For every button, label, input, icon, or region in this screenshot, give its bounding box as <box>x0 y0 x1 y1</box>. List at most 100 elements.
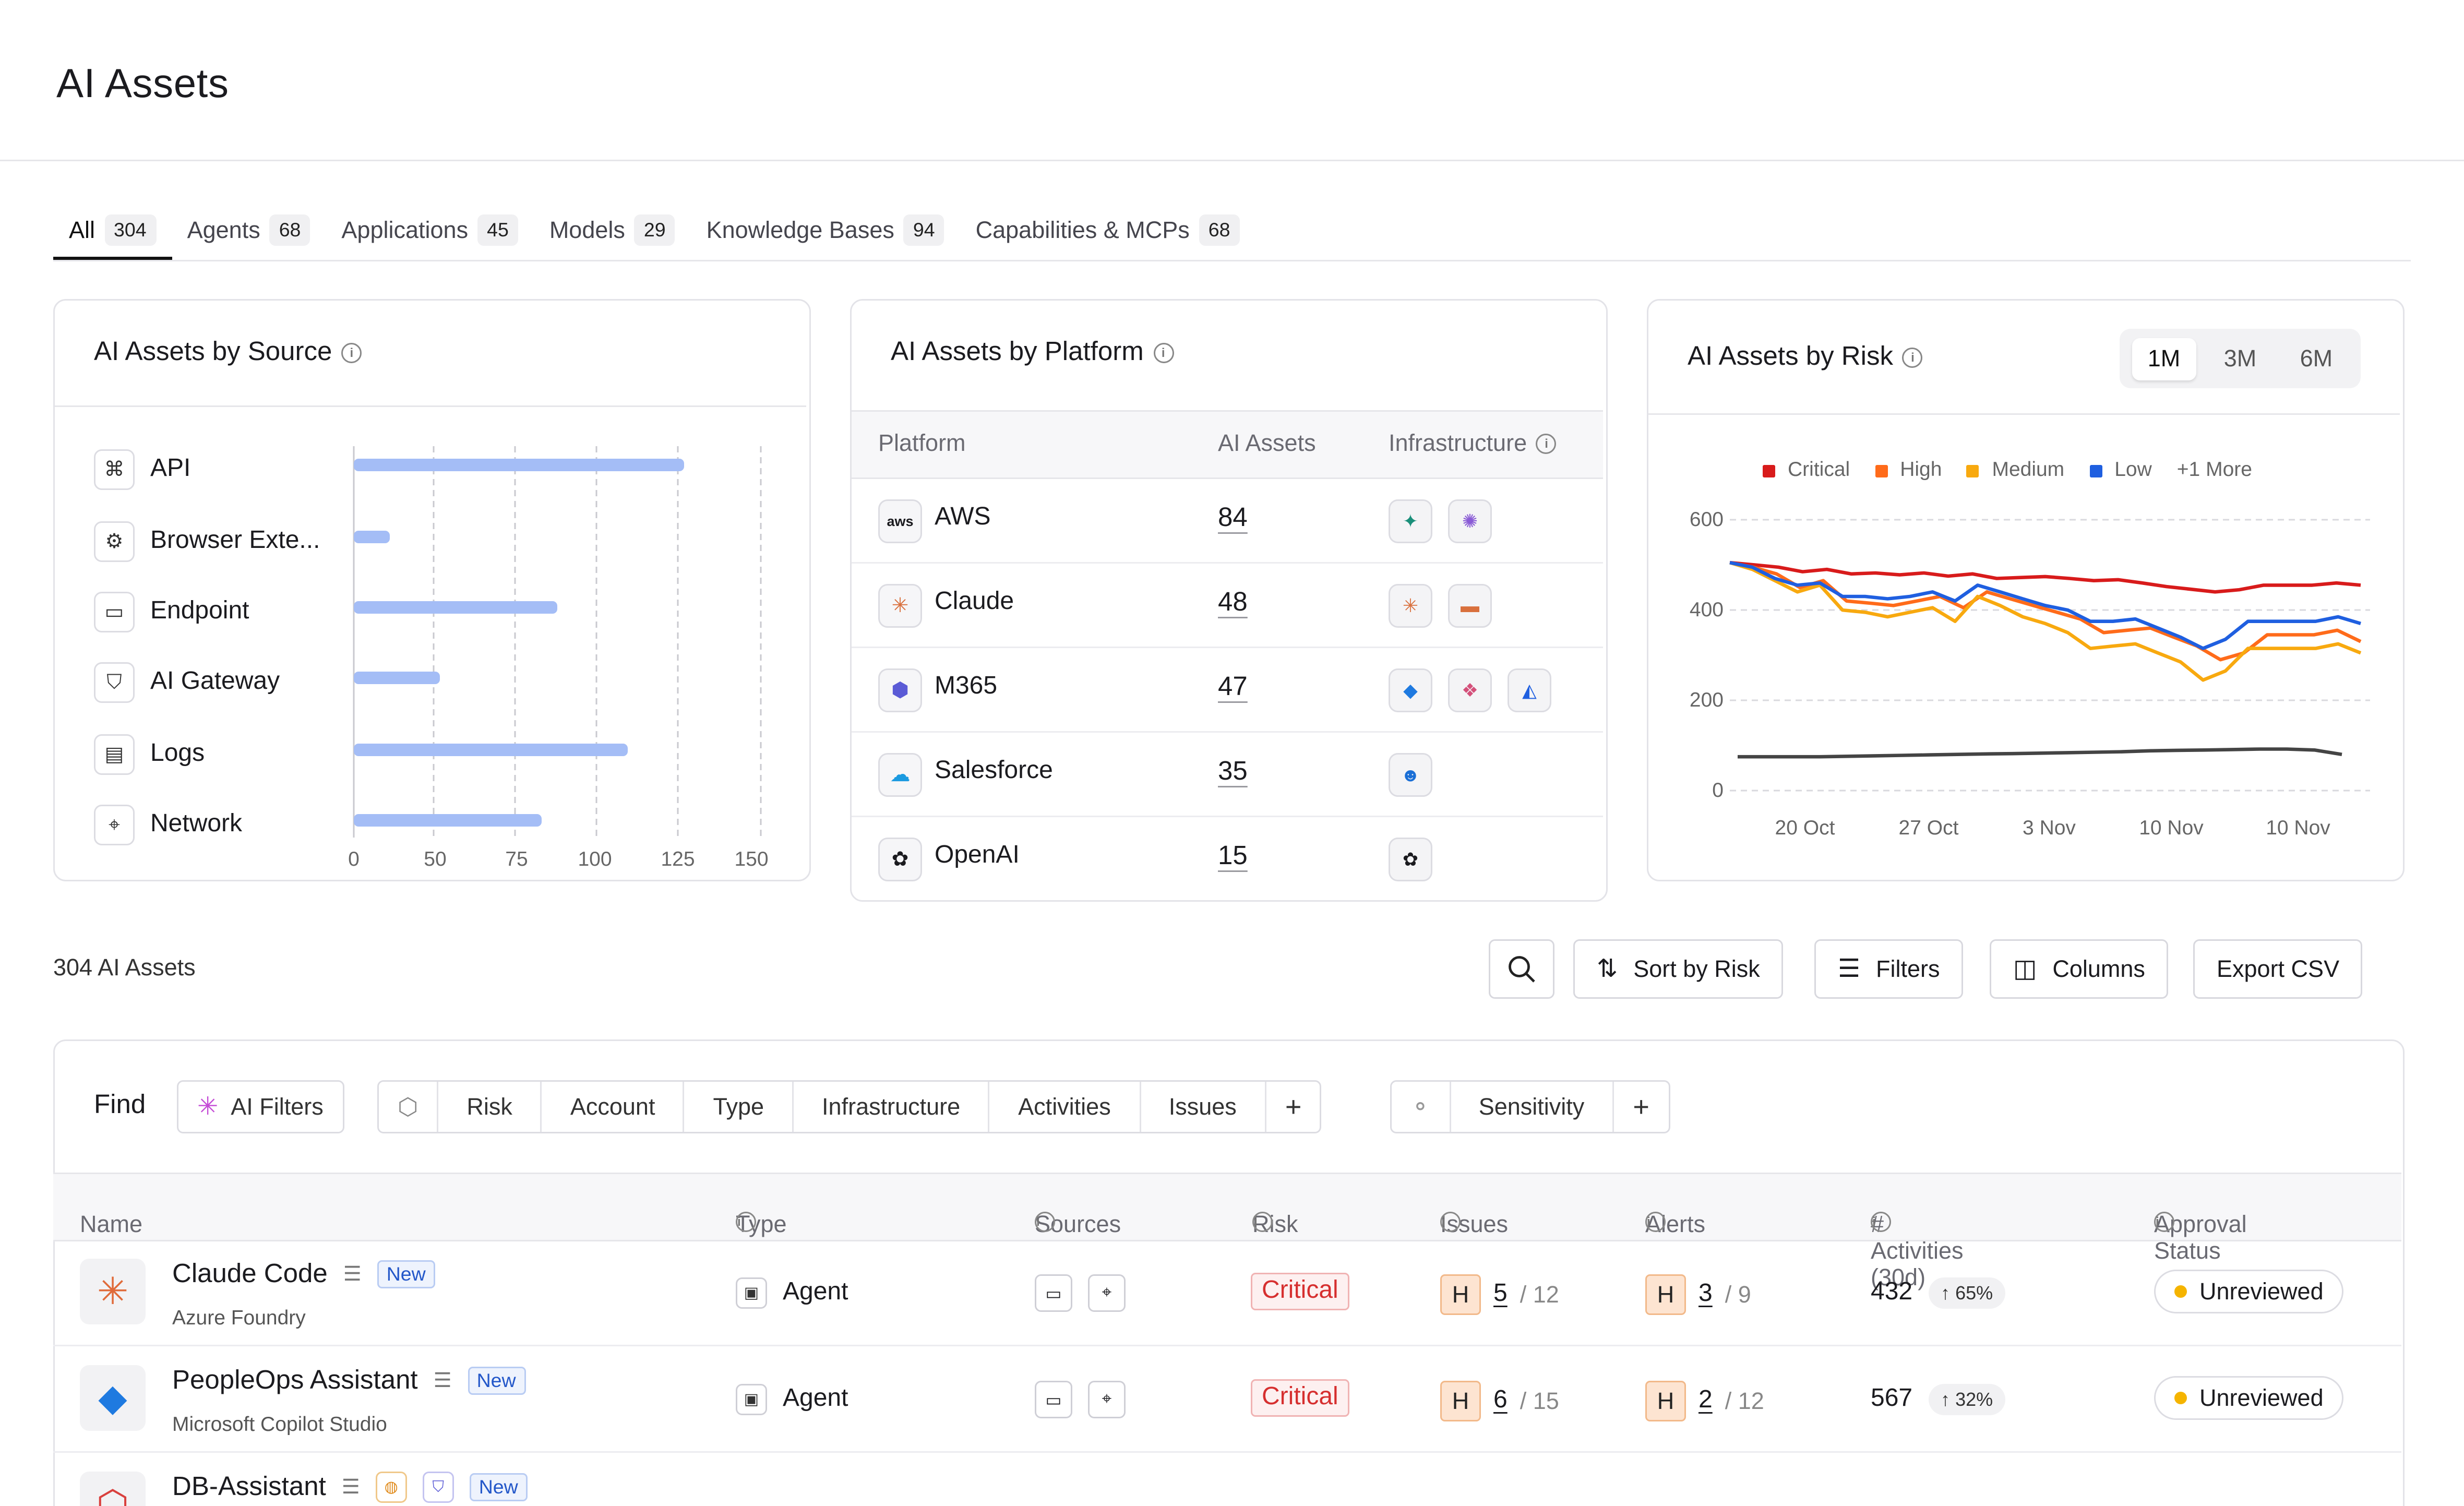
platform-row-m365[interactable]: ⬢ M365 47 ◆ ❖ ◭ <box>852 647 1603 733</box>
copilot-studio-icon[interactable]: ◆ <box>1389 668 1432 712</box>
alerts-cell[interactable]: H 3 / 9 <box>1645 1274 1751 1315</box>
asset-name[interactable]: DB-Assistant ☰ ◍ ⛉ New <box>172 1472 528 1503</box>
source-bar[interactable] <box>354 814 542 827</box>
source-bar[interactable] <box>354 744 628 756</box>
tab-label: Agents <box>187 217 260 244</box>
info-icon[interactable]: i <box>341 342 362 363</box>
alerts-count[interactable]: 3 <box>1699 1281 1713 1309</box>
table-row[interactable]: ✳ Claude Code ☰ New Azure Foundry ▣ Agent ▭… <box>53 1240 2401 1346</box>
asset-name[interactable]: Claude Code ☰ New <box>172 1259 435 1290</box>
filter-account[interactable]: Account <box>542 1082 685 1132</box>
legend-critical[interactable]: Critical <box>1763 457 1850 481</box>
asset-name[interactable]: PeopleOps Assistant ☰ New <box>172 1365 525 1396</box>
issues-cell[interactable]: H 5 / 12 <box>1440 1274 1559 1315</box>
tab-agents[interactable]: Agents 68 <box>172 204 326 257</box>
source-bar[interactable] <box>354 672 440 684</box>
source-row-logs[interactable]: ▤ Logs <box>94 734 205 775</box>
alerts-count[interactable]: 2 <box>1699 1387 1713 1415</box>
bedrock-icon[interactable]: ✦ <box>1389 499 1432 543</box>
bubbles-icon[interactable]: ⚬ <box>1392 1082 1451 1132</box>
search-button[interactable] <box>1489 939 1554 999</box>
tab-models[interactable]: Models 29 <box>534 204 691 257</box>
x-tick-label: 20 Oct <box>1775 817 1835 839</box>
openai-icon[interactable]: ✿ <box>1389 838 1432 881</box>
approval-status[interactable]: Unreviewed <box>2154 1376 2344 1420</box>
agent-icon: ▣ <box>736 1277 767 1309</box>
copilot-icon[interactable]: ❖ <box>1448 668 1492 712</box>
tab-knowledge-bases[interactable]: Knowledge Bases 94 <box>691 204 960 257</box>
legend-low[interactable]: Low <box>2089 457 2152 481</box>
tab-all[interactable]: All 304 <box>53 204 172 260</box>
hexagon-icon[interactable]: ⬡ <box>379 1082 439 1132</box>
alerts-cell[interactable]: H 2 / 12 <box>1645 1381 1764 1421</box>
filter-type[interactable]: Type <box>685 1082 794 1132</box>
azure-icon[interactable]: ◭ <box>1508 668 1551 712</box>
network-icon[interactable]: ⌖ <box>1088 1274 1126 1312</box>
platform-row-aws[interactable]: aws AWS 84 ✦ ✺ <box>852 477 1603 564</box>
source-row-api[interactable]: ⌘ API <box>94 449 190 490</box>
approval-status[interactable]: Unreviewed <box>2154 1270 2344 1313</box>
issues-count[interactable]: 6 <box>1493 1387 1508 1415</box>
issues-count[interactable]: 5 <box>1493 1281 1508 1309</box>
ai-filters-label: AI Filters <box>231 1093 324 1120</box>
source-bar[interactable] <box>354 459 685 471</box>
source-row-ai-gateway[interactable]: ⛉ AI Gateway <box>94 662 280 703</box>
source-bar[interactable] <box>354 531 390 543</box>
legend-medium[interactable]: Medium <box>1967 457 2064 481</box>
platform-row-claude[interactable]: ✳ Claude 48 ✳ ▬ <box>852 562 1603 648</box>
monitor-icon[interactable]: ▭ <box>1035 1274 1072 1312</box>
filter-infrastructure[interactable]: Infrastructure <box>794 1082 990 1132</box>
tab-applications[interactable]: Applications 45 <box>326 204 533 257</box>
issues-cell[interactable]: H 6 / 15 <box>1440 1381 1559 1421</box>
filter-risk[interactable]: Risk <box>438 1082 542 1132</box>
add-filter-icon[interactable]: + <box>1614 1082 1668 1132</box>
alerts-total: / 12 <box>1725 1388 1764 1415</box>
platform-count[interactable]: 15 <box>1218 841 1248 872</box>
filter-activities[interactable]: Activities <box>990 1082 1141 1132</box>
table-row[interactable]: ⬡ DB-Assistant ☰ ◍ ⛉ New <box>53 1453 2401 1506</box>
filters-button[interactable]: ☰ Filters <box>1814 939 1964 999</box>
platform-count[interactable]: 84 <box>1218 503 1248 534</box>
sort-by-risk-button[interactable]: ⇅ Sort by Risk <box>1573 939 1784 999</box>
globe-icon: ◍ <box>375 1472 407 1503</box>
page-title: AI Assets <box>56 59 229 106</box>
export-csv-button[interactable]: Export CSV <box>2193 939 2363 999</box>
risk-line-chart: 0 200 400 600 20 Oct 27 Oct 3 Nov 10 Nov 10 Nov <box>1690 508 2370 839</box>
source-row-endpoint[interactable]: ▭ Endpoint <box>94 592 249 632</box>
source-row-browser-extension[interactable]: ⚙ Browser Exte... <box>94 521 320 562</box>
legend-high[interactable]: High <box>1875 457 1942 481</box>
legend-more[interactable]: +1 More <box>2177 457 2252 481</box>
new-badge: New <box>377 1260 435 1288</box>
aws-icon: aws <box>878 499 922 543</box>
network-icon[interactable]: ⌖ <box>1088 1381 1126 1418</box>
add-filter-icon[interactable]: + <box>1266 1082 1321 1132</box>
platform-count[interactable]: 35 <box>1218 756 1248 787</box>
sofa-icon[interactable]: ▬ <box>1448 584 1492 628</box>
filter-issues[interactable]: Issues <box>1141 1082 1266 1132</box>
range-6m-button[interactable]: 6M <box>2284 338 2349 380</box>
claude-icon[interactable]: ✳ <box>1389 584 1432 628</box>
source-bar[interactable] <box>354 601 557 614</box>
monitor-icon[interactable]: ▭ <box>1035 1381 1072 1418</box>
platform-row-openai[interactable]: ✿ OpenAI 15 ✿ <box>852 816 1603 900</box>
tab-capabilities-mcps[interactable]: Capabilities & MCPs 68 <box>960 204 1255 257</box>
sort-label: Sort by Risk <box>1633 955 1760 983</box>
einstein-icon[interactable]: ☻ <box>1389 753 1432 797</box>
info-icon[interactable]: i <box>1902 346 1923 367</box>
columns-button[interactable]: ◫ Columns <box>1990 939 2169 999</box>
filter-sensitivity[interactable]: Sensitivity <box>1451 1082 1614 1132</box>
brain-icon[interactable]: ✺ <box>1448 499 1492 543</box>
platform-count[interactable]: 48 <box>1218 587 1248 618</box>
range-1m-button[interactable]: 1M <box>2132 337 2196 380</box>
info-icon[interactable]: i <box>1153 342 1174 363</box>
platform-count[interactable]: 47 <box>1218 672 1248 703</box>
platform-name: Claude <box>935 589 1014 615</box>
list-icon: ☰ <box>433 1368 452 1392</box>
table-row[interactable]: ◆ PeopleOps Assistant ☰ New Microsoft Copi… <box>53 1346 2401 1453</box>
source-row-network[interactable]: ⌖ Network <box>94 805 242 845</box>
info-icon[interactable]: i <box>1536 434 1557 454</box>
range-3m-button[interactable]: 3M <box>2208 338 2272 380</box>
tab-count: 45 <box>477 214 518 246</box>
ai-filters-button[interactable]: ✳ AI Filters <box>177 1080 344 1133</box>
platform-row-salesforce[interactable]: ☁ Salesforce 35 ☻ <box>852 731 1603 817</box>
